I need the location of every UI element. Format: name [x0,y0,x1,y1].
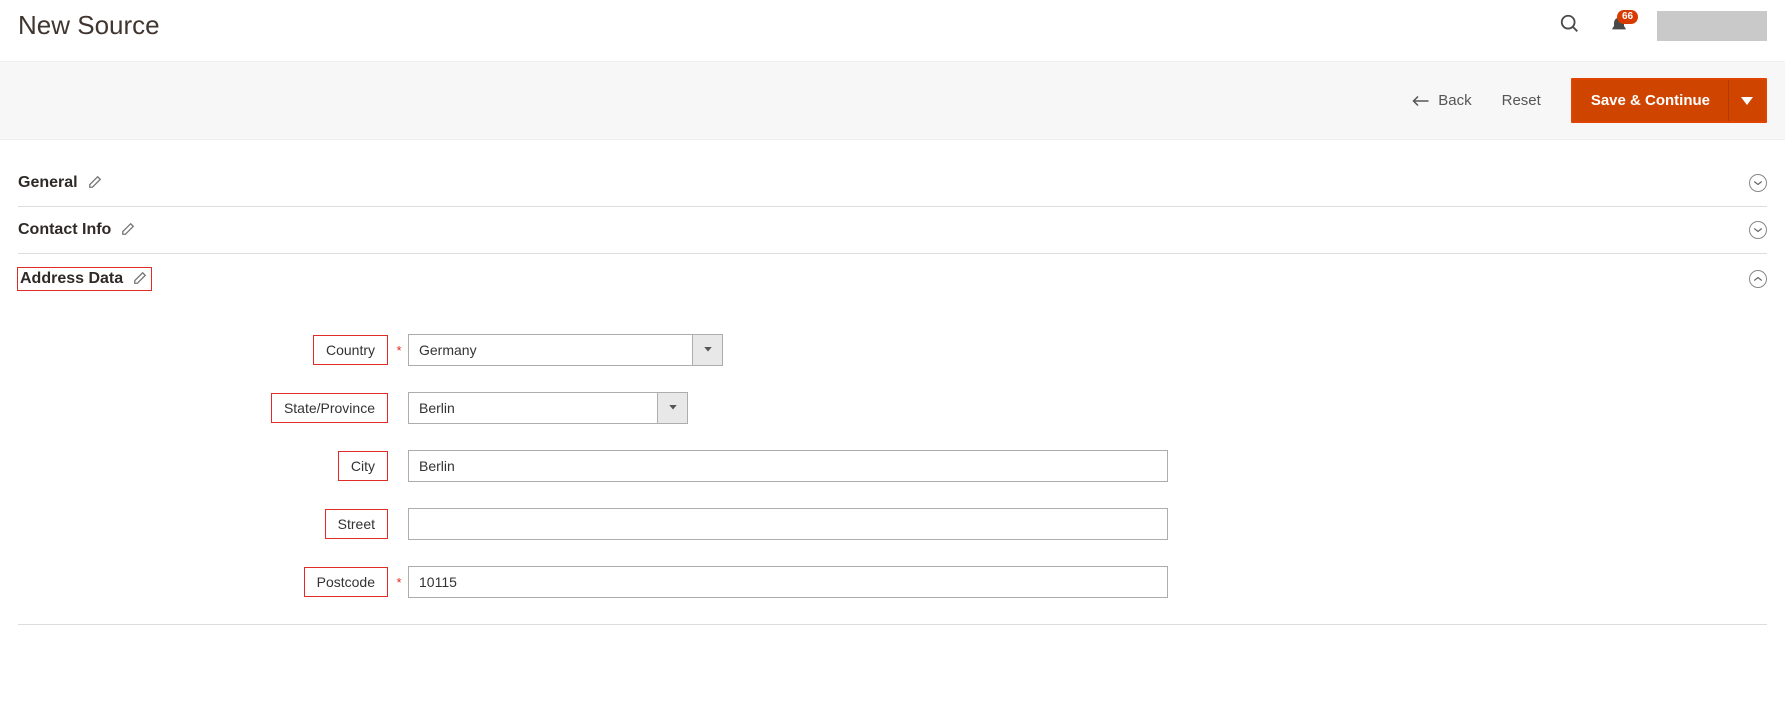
chevron-down-icon [658,392,688,424]
edit-icon [133,271,151,288]
country-select[interactable]: Germany [408,334,723,366]
reset-label: Reset [1502,92,1541,109]
page-header: New Source 66 [0,0,1785,61]
edit-icon [88,175,102,192]
row-state: State/Province Berlin [18,392,1767,424]
state-select[interactable]: Berlin [408,392,688,424]
row-street: Street [18,508,1767,540]
chevron-down-icon [1749,174,1767,192]
label-postcode: Postcode [304,567,388,597]
section-address-title: Address Data [18,268,123,290]
reset-button[interactable]: Reset [1502,92,1541,109]
postcode-input[interactable] [408,566,1168,598]
notifications-badge: 66 [1617,10,1638,24]
section-divider [18,624,1767,625]
section-address[interactable]: Address Data [18,254,1767,304]
header-actions: 66 [1559,11,1767,41]
row-city: City [18,450,1767,482]
row-country: Country * Germany [18,334,1767,366]
label-country: Country [313,335,388,365]
country-value: Germany [408,334,693,366]
user-menu[interactable] [1657,11,1767,41]
label-state: State/Province [271,393,388,423]
city-input[interactable] [408,450,1168,482]
address-form: Country * Germany State/Province Berlin [18,304,1767,625]
section-general[interactable]: General [18,160,1767,207]
chevron-down-icon [693,334,723,366]
section-contact-title: Contact Info [18,221,111,239]
label-city: City [338,451,388,481]
save-dropdown-toggle[interactable] [1728,80,1765,121]
row-postcode: Postcode * [18,566,1767,598]
required-star: * [394,575,404,590]
edit-icon [121,222,135,239]
notifications-icon[interactable]: 66 [1609,16,1629,36]
street-input[interactable] [408,508,1168,540]
save-continue-button[interactable]: Save & Continue [1573,80,1728,121]
chevron-down-icon [1749,221,1767,239]
search-icon[interactable] [1559,13,1581,38]
save-button-group: Save & Continue [1571,78,1767,123]
label-street: Street [325,509,388,539]
required-star: * [394,343,404,358]
page-title: New Source [18,10,1559,41]
chevron-up-icon [1749,270,1767,288]
back-label: Back [1438,92,1471,109]
section-contact[interactable]: Contact Info [18,207,1767,254]
state-value: Berlin [408,392,658,424]
back-button[interactable]: Back [1412,92,1471,109]
action-bar: Back Reset Save & Continue [0,61,1785,140]
section-general-title: General [18,174,78,192]
content-area: General Contact Info Address Data [0,140,1785,665]
